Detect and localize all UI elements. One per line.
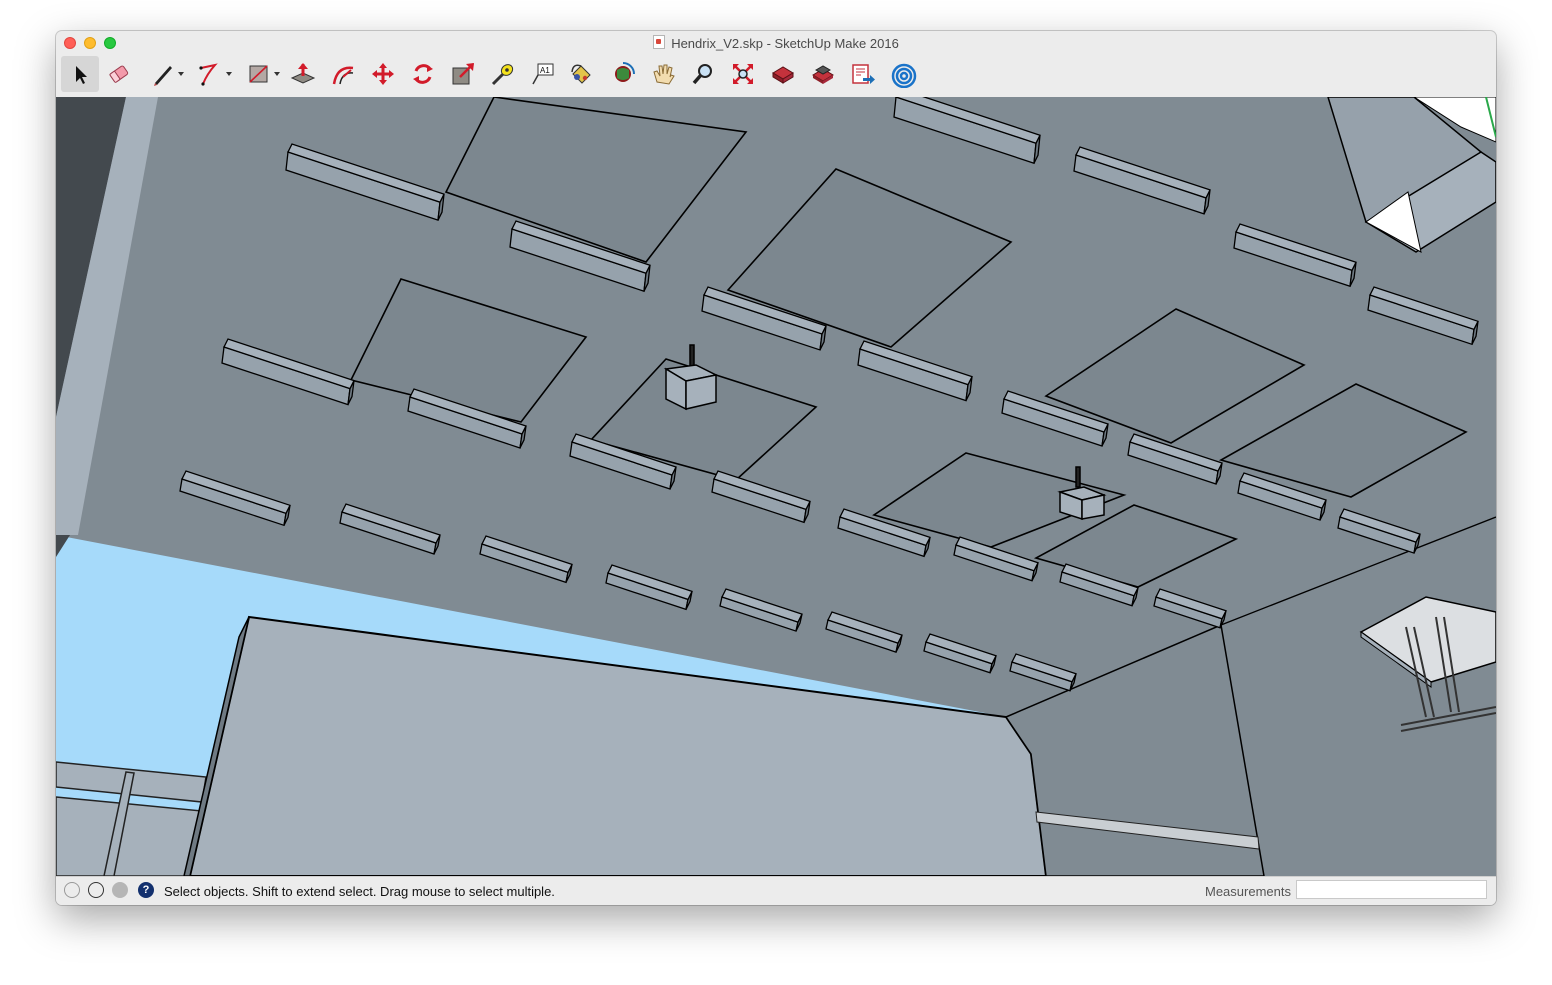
- title-bar: Hendrix_V2.skp - SketchUp Make 2016: [56, 31, 1496, 55]
- model-viewport[interactable]: [56, 97, 1496, 876]
- tape-measure-icon: [491, 64, 514, 86]
- eraser-icon: [109, 65, 129, 83]
- paint-bucket-tool-button[interactable]: [562, 56, 600, 92]
- offset-tool-button[interactable]: [324, 56, 362, 92]
- push-pull-icon: [290, 63, 316, 84]
- rotate-tool-button[interactable]: [404, 56, 442, 92]
- warehouse-icon: [772, 66, 794, 84]
- geo-location-icon[interactable]: [64, 882, 80, 898]
- eraser-tool-button[interactable]: [100, 56, 138, 92]
- document-icon: [653, 35, 666, 49]
- status-bar: ? Select objects. Shift to extend select…: [56, 876, 1496, 905]
- arc-tool-button[interactable]: [192, 56, 232, 92]
- scale-icon: [452, 63, 474, 85]
- pencil-icon: [154, 66, 172, 86]
- paint-bucket-icon: [571, 64, 591, 84]
- layout-icon: [852, 64, 875, 84]
- extension-warehouse-tool-button[interactable]: [804, 56, 842, 92]
- credits-info-icon[interactable]: [88, 882, 104, 898]
- 3d-warehouse-tool-button[interactable]: [764, 56, 802, 92]
- window-title-wrap: Hendrix_V2.skp - SketchUp Make 2016: [56, 35, 1496, 51]
- move-arrows-icon: [372, 63, 394, 85]
- tape-measure-tool-button[interactable]: [484, 56, 522, 92]
- measurements-input[interactable]: [1296, 880, 1487, 899]
- status-message: Select objects. Shift to extend select. …: [164, 884, 555, 899]
- zoom-extents-tool-button[interactable]: [724, 56, 762, 92]
- line-tool-dropdown-icon[interactable]: [178, 72, 184, 76]
- hand-icon: [653, 64, 675, 85]
- rectangle-icon: [249, 65, 268, 83]
- connect-icon: [891, 63, 917, 88]
- user-account-icon[interactable]: [112, 882, 128, 898]
- push-pull-tool-button[interactable]: [284, 56, 322, 92]
- pan-tool-button[interactable]: [644, 56, 682, 92]
- orbit-tool-button[interactable]: [604, 56, 642, 92]
- select-tool-button[interactable]: [61, 56, 99, 92]
- measurements-label: Measurements: [1205, 884, 1291, 899]
- rectangle-tool-dropdown-icon[interactable]: [274, 72, 280, 76]
- ceiling-model-scene[interactable]: [56, 97, 1496, 876]
- text-tool-label: A1: [540, 66, 550, 75]
- rotate-icon: [413, 64, 433, 84]
- app-window: Hendrix_V2.skp - SketchUp Make 2016 A1 ?…: [56, 31, 1496, 905]
- zoom-extents-icon: [733, 64, 753, 84]
- window-title: Hendrix_V2.skp - SketchUp Make 2016: [671, 36, 899, 51]
- main-toolbar: A1: [56, 55, 1496, 97]
- text-tool-button[interactable]: A1: [524, 56, 562, 92]
- zoom-tool-button[interactable]: [684, 56, 722, 92]
- line-tool-button[interactable]: [144, 56, 184, 92]
- extension-warehouse-icon: [812, 65, 834, 84]
- text-label-icon: A1: [532, 63, 554, 85]
- trimble-connect-tool-button[interactable]: [884, 56, 922, 92]
- arc-icon: [199, 63, 218, 86]
- send-to-layout-tool-button[interactable]: [844, 56, 882, 92]
- instructor-help-icon[interactable]: ?: [138, 882, 154, 898]
- arc-tool-dropdown-icon[interactable]: [226, 72, 232, 76]
- scale-tool-button[interactable]: [444, 56, 482, 92]
- move-tool-button[interactable]: [364, 56, 402, 92]
- magnifier-icon: [692, 64, 712, 85]
- offset-icon: [332, 66, 354, 85]
- arrow-cursor-icon: [76, 66, 87, 84]
- rectangle-tool-button[interactable]: [240, 56, 280, 92]
- orbit-icon: [615, 62, 635, 82]
